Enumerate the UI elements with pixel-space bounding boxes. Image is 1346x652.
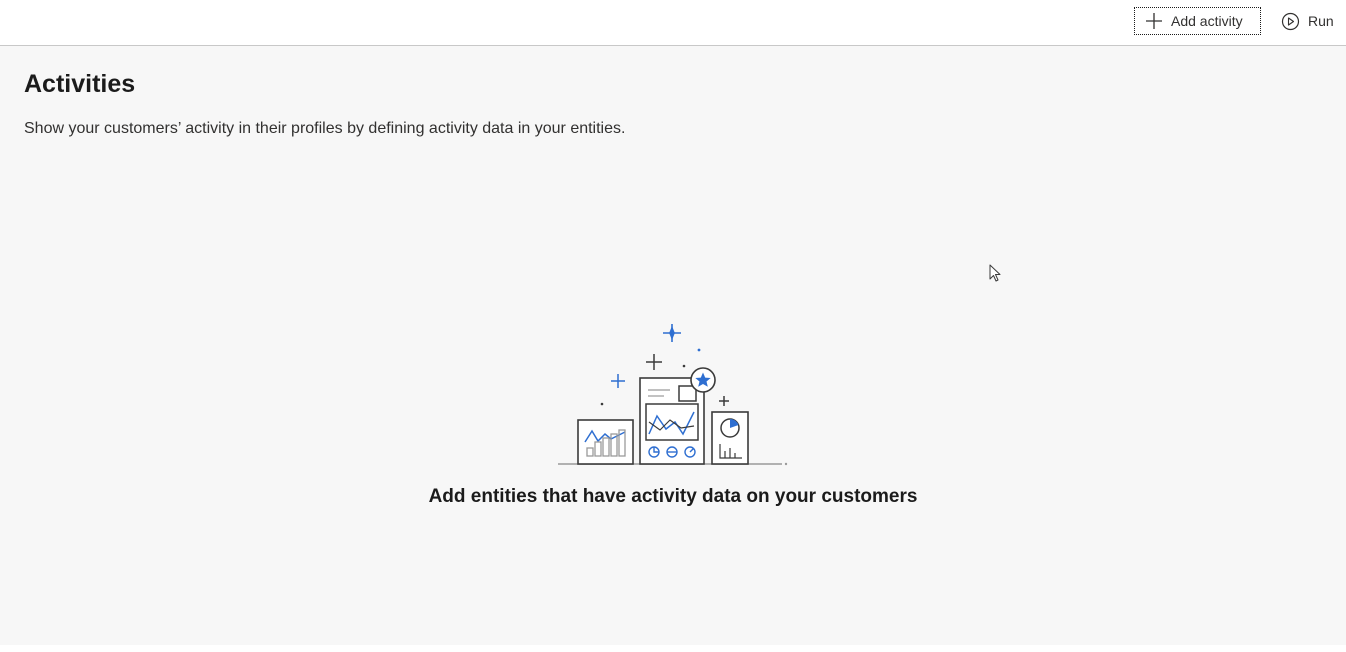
page-title: Activities	[24, 70, 136, 98]
run-button[interactable]: Run	[1279, 7, 1341, 35]
run-label: Run	[1308, 13, 1334, 29]
sparkle-icon	[663, 324, 681, 342]
empty-state-message: Add entities that have activity data on …	[428, 486, 918, 507]
bottom-edge	[0, 645, 1346, 652]
dashboard-charts-illustration	[554, 318, 790, 470]
mouse-cursor-icon	[989, 264, 1003, 284]
plus-icon	[1145, 12, 1163, 30]
add-activity-label: Add activity	[1171, 13, 1243, 29]
command-bar: Add activity Run	[0, 0, 1346, 46]
page-description: Show your customers’ activity in their p…	[24, 120, 626, 137]
add-activity-button[interactable]: Add activity	[1134, 7, 1261, 35]
play-circle-icon	[1281, 12, 1300, 31]
